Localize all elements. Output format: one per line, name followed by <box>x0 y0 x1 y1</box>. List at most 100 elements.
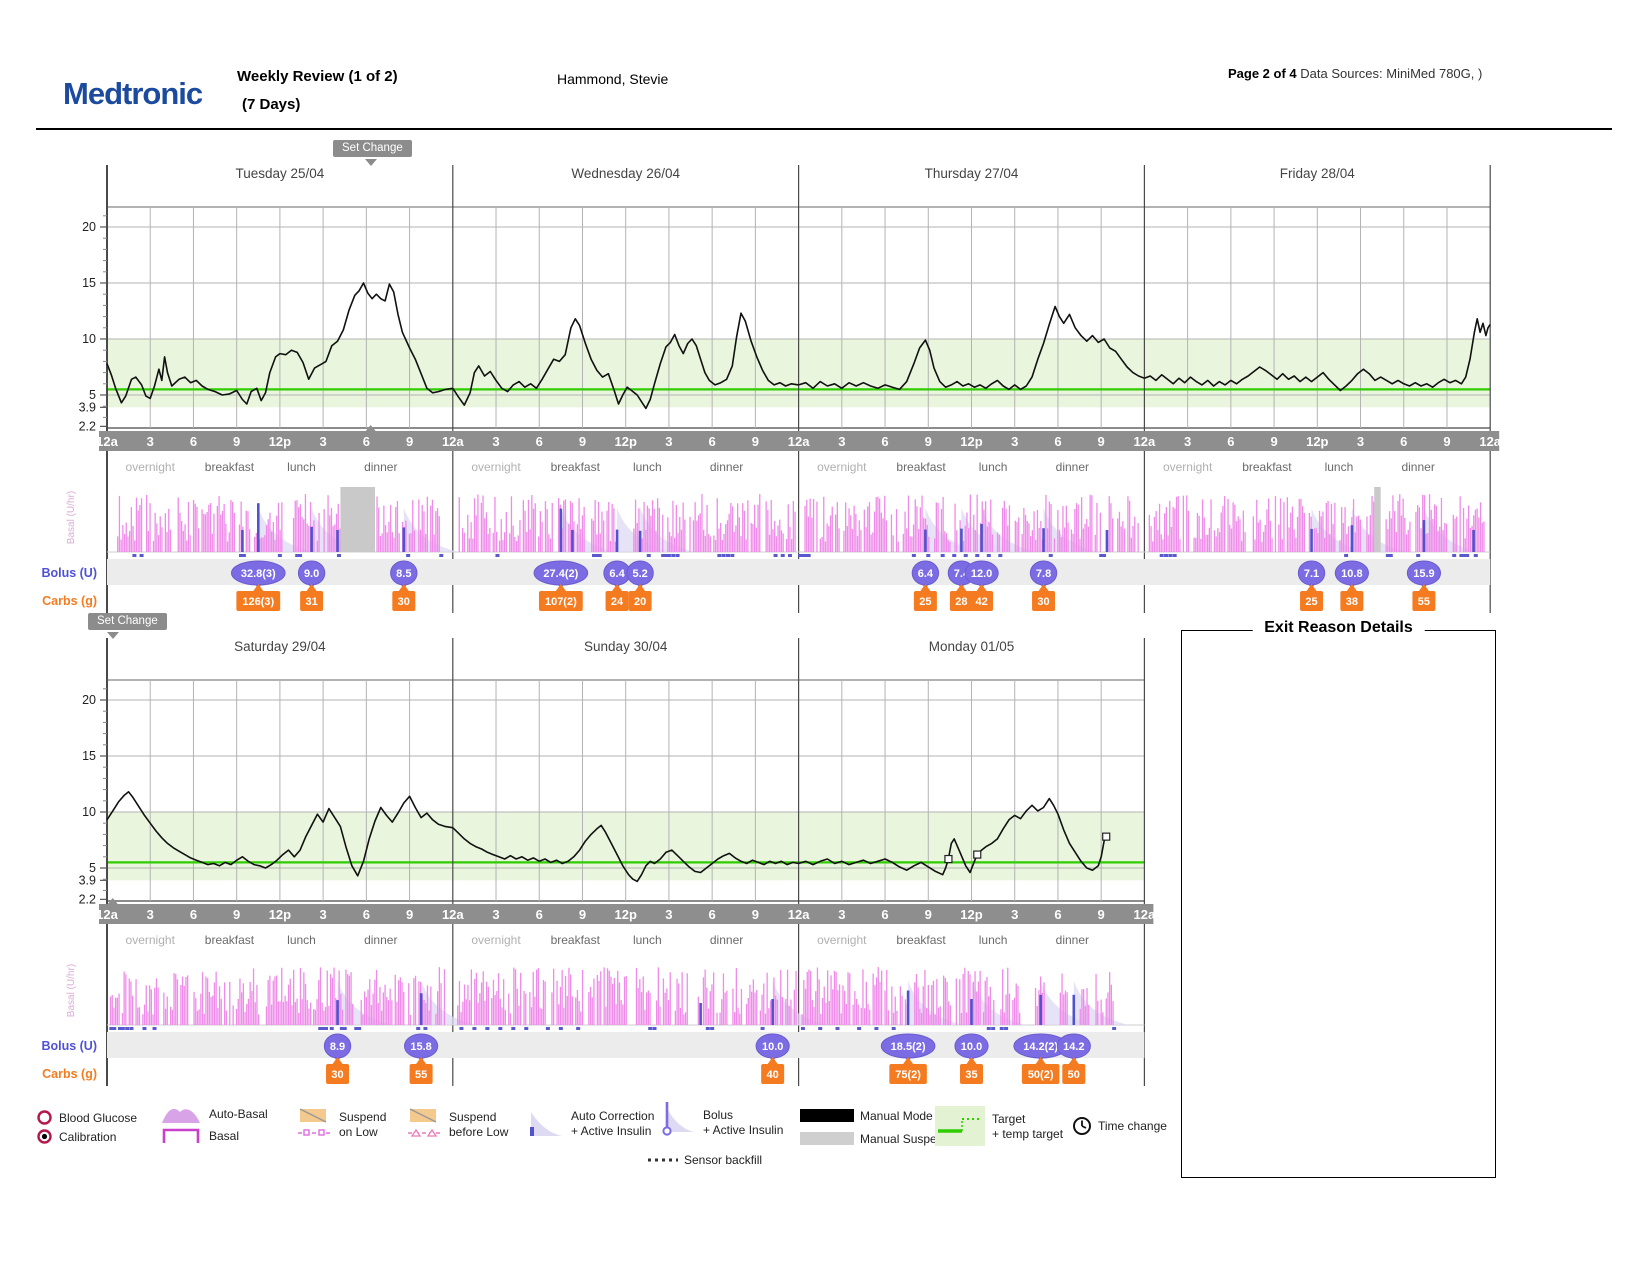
exit-reason-details-title: Exit Reason Details <box>1252 619 1425 637</box>
svg-text:28: 28 <box>955 596 967 608</box>
svg-text:12.0: 12.0 <box>971 568 992 580</box>
auto-correction-tick <box>912 554 916 557</box>
auto-correction-tick <box>892 1027 896 1030</box>
auto-correction-tick <box>874 1027 878 1030</box>
svg-text:9: 9 <box>752 907 759 922</box>
svg-text:25: 25 <box>1305 596 1317 608</box>
svg-text:dinner: dinner <box>710 460 743 474</box>
auto-correction-tick <box>343 1027 347 1030</box>
legend-item-manual-mode: Manual ModeManual Suspend <box>800 1106 950 1148</box>
svg-text:6: 6 <box>363 907 370 922</box>
auto-correction-tick <box>423 1027 427 1030</box>
meal-period-labels: overnightbreakfastlunchdinnerovernightbr… <box>126 933 1090 947</box>
auto-correction-tick <box>801 1027 805 1030</box>
carb-marker: 42 <box>970 584 993 611</box>
legend-item-sensor-backfill: Sensor backfill <box>648 1150 762 1169</box>
svg-text:20: 20 <box>82 220 96 234</box>
carbs-row-label: Carbs (g) <box>42 1067 97 1081</box>
svg-text:14.2(2): 14.2(2) <box>1023 1041 1058 1053</box>
auto-correction-tick <box>546 1027 550 1030</box>
exit-reason-details-box: Exit Reason Details <box>1181 630 1496 1178</box>
svg-text:lunch: lunch <box>287 933 316 947</box>
auto-correction-tick <box>1102 554 1106 557</box>
carb-marker: 50(2) <box>1022 1057 1059 1084</box>
svg-text:overnight: overnight <box>1163 460 1213 474</box>
suspend-before-low-icon <box>408 1108 438 1124</box>
svg-text:3: 3 <box>838 907 845 922</box>
svg-text:dinner: dinner <box>364 460 397 474</box>
svg-text:dinner: dinner <box>710 933 743 947</box>
auto-correction-tick <box>818 1027 822 1030</box>
svg-text:lunch: lunch <box>1325 460 1354 474</box>
auto-correction-tick <box>498 1027 502 1030</box>
glucose-y-axis: 20151053.92.2 <box>79 689 107 907</box>
auto-correction-tick <box>1004 1027 1008 1030</box>
svg-text:55: 55 <box>415 1069 427 1081</box>
svg-text:3: 3 <box>147 907 154 922</box>
auto-correction-tick <box>125 1027 129 1030</box>
insulin-axis-label: Basal (U/hr) <box>66 491 77 544</box>
carb-marker: 31 <box>300 584 323 611</box>
svg-text:6: 6 <box>190 907 197 922</box>
auto-basal-pattern <box>802 967 1114 1025</box>
svg-text:6: 6 <box>536 434 543 449</box>
svg-text:12p: 12p <box>1306 434 1328 449</box>
svg-text:20: 20 <box>82 693 96 707</box>
auto-correction-tick <box>337 554 341 557</box>
insulin-axis-label: Basal (U/hr) <box>66 964 77 1017</box>
carb-marker: 30 <box>326 1057 349 1084</box>
svg-text:50: 50 <box>1068 1069 1080 1081</box>
svg-text:overnight: overnight <box>817 460 867 474</box>
time-axis: 12a36912p36912a36912p36912a36912p36912a <box>96 904 1156 924</box>
svg-text:6: 6 <box>709 907 716 922</box>
svg-text:breakfast: breakfast <box>205 933 255 947</box>
blood-glucose-icon <box>36 1109 53 1126</box>
svg-text:12a: 12a <box>788 907 810 922</box>
carb-marker: 50 <box>1062 1057 1085 1084</box>
auto-correction-tick <box>722 554 726 557</box>
svg-text:lunch: lunch <box>287 460 316 474</box>
glucose-y-axis: 20151053.92.2 <box>79 216 107 434</box>
auto-correction-tick <box>706 1027 710 1030</box>
svg-text:breakfast: breakfast <box>896 933 946 947</box>
svg-text:dinner: dinner <box>364 933 397 947</box>
auto-correction-tick <box>142 1027 146 1030</box>
svg-text:9: 9 <box>406 434 413 449</box>
auto-correction-tick <box>1112 1027 1116 1030</box>
day-header: Sunday 30/04 <box>584 639 668 654</box>
auto-correction-tick <box>495 554 499 557</box>
bolus-row-band <box>107 1032 1144 1058</box>
auto-correction-tick <box>761 1027 765 1030</box>
legend-item-suspend-on-low: Suspendon Low <box>298 1108 386 1141</box>
auto-correction-tick <box>459 1027 463 1030</box>
svg-text:12p: 12p <box>269 907 291 922</box>
auto-correction-tick <box>129 1027 133 1030</box>
svg-text:18.5(2): 18.5(2) <box>891 1041 926 1053</box>
svg-text:30: 30 <box>398 596 410 608</box>
carb-marker: 107(2) <box>539 584 583 611</box>
carb-marker: 20 <box>629 584 652 611</box>
svg-text:3: 3 <box>492 434 499 449</box>
svg-text:3.9: 3.9 <box>79 400 96 414</box>
auto-correction-tick <box>730 554 734 557</box>
auto-correction-tick <box>1389 554 1393 557</box>
svg-text:overnight: overnight <box>126 460 176 474</box>
day-header: Friday 28/04 <box>1280 166 1356 181</box>
svg-text:2.2: 2.2 <box>79 892 96 906</box>
svg-text:lunch: lunch <box>633 460 662 474</box>
carbs-row-label: Carbs (g) <box>42 594 97 608</box>
svg-text:55: 55 <box>1418 596 1430 608</box>
svg-text:50(2): 50(2) <box>1028 1069 1054 1081</box>
auto-basal-pattern <box>110 967 445 1025</box>
legend-item-basal: Auto-BasalBasal <box>160 1104 268 1147</box>
auto-correction-tick <box>781 554 785 557</box>
auto-correction-tick <box>788 554 792 557</box>
svg-text:12p: 12p <box>960 907 982 922</box>
set-change-arrow <box>107 632 119 639</box>
svg-text:12a: 12a <box>1134 907 1156 922</box>
auto-correction-tick <box>1168 554 1172 557</box>
auto-correction-tick <box>667 554 671 557</box>
blood-glucose-reading <box>1103 833 1110 840</box>
svg-text:12a: 12a <box>96 907 118 922</box>
svg-text:15: 15 <box>82 276 96 290</box>
